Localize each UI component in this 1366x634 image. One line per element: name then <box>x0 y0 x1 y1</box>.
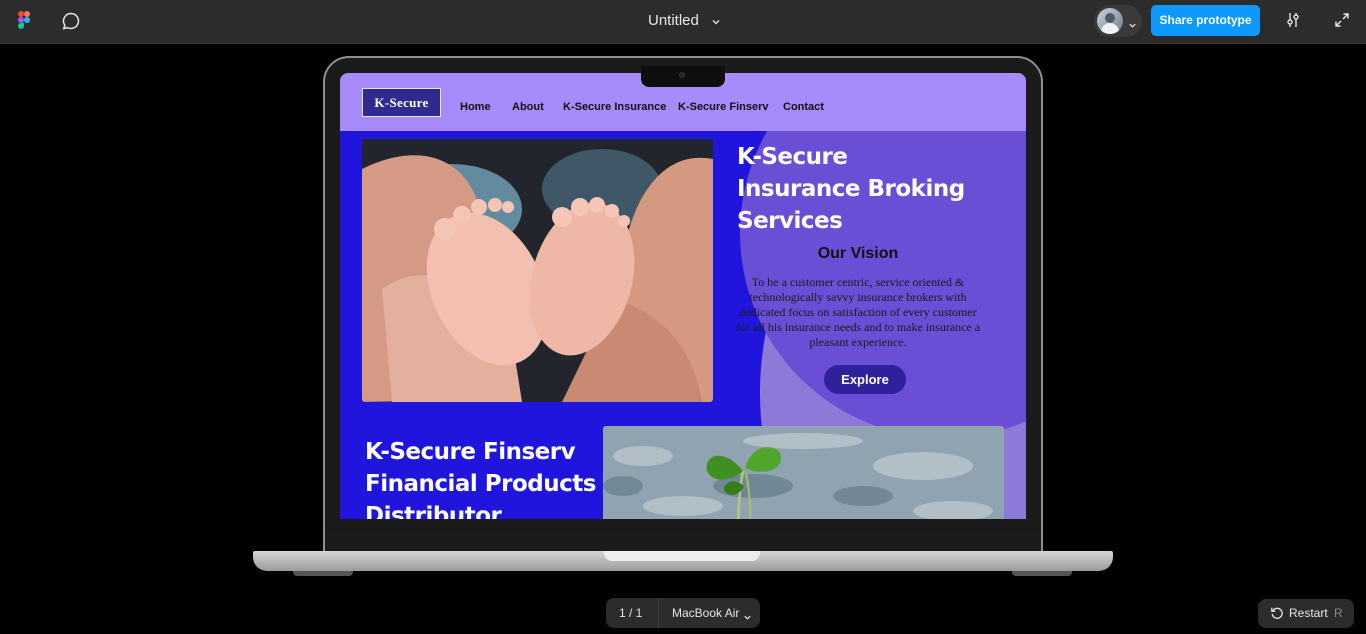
page-count: 1 / 1 <box>619 606 643 620</box>
divider <box>658 598 659 628</box>
hero-title-line: K-Secure <box>737 144 848 170</box>
laptop-bezel <box>327 519 1039 532</box>
hero-title-line: Services <box>737 208 843 234</box>
restart-label[interactable]: Restart <box>1289 606 1328 620</box>
laptop-foot <box>1012 571 1072 576</box>
vision-text: To be a customer centric, service orient… <box>735 275 981 349</box>
nav-contact[interactable]: Contact <box>783 101 824 113</box>
seedling-image <box>603 426 1004 519</box>
nav-home[interactable]: Home <box>460 101 491 113</box>
finserv-title-line: K-Secure Finserv <box>365 439 576 465</box>
finserv-title-line: Distributor <box>365 503 502 519</box>
restart-shortcut: R <box>1334 606 1343 620</box>
comment-icon[interactable] <box>61 11 81 31</box>
hero-title-line: Insurance Broking <box>737 176 965 202</box>
laptop-hinge <box>604 551 760 561</box>
chevron-down-icon[interactable] <box>1128 17 1137 28</box>
figma-logo-icon[interactable] <box>18 11 30 29</box>
document-title[interactable]: Untitled <box>648 12 699 29</box>
baby-feet-image <box>362 139 713 402</box>
share-prototype-button[interactable]: Share prototype <box>1151 5 1260 36</box>
chevron-down-icon[interactable] <box>711 14 721 25</box>
hero-title: K-Secure Insurance Broking Services <box>737 141 997 237</box>
fullscreen-icon[interactable] <box>1334 12 1350 28</box>
prototype-screen[interactable]: K-Secure Home About K-Secure Insurance K… <box>340 73 1026 519</box>
camera-icon <box>679 72 685 78</box>
user-menu[interactable] <box>1094 5 1142 37</box>
settings-sliders-icon[interactable] <box>1284 11 1302 29</box>
vision-heading: Our Vision <box>817 245 899 262</box>
explore-button[interactable]: Explore <box>824 365 906 394</box>
top-toolbar: Untitled Share prototype <box>0 0 1366 44</box>
laptop-foot <box>293 571 353 576</box>
finserv-title-line: Financial Products <box>365 471 596 497</box>
nav-k-secure-insurance[interactable]: K-Secure Insurance <box>563 101 666 113</box>
avatar[interactable] <box>1097 8 1123 34</box>
nav-k-secure-finserv[interactable]: K-Secure Finserv <box>678 101 768 113</box>
restart-icon[interactable] <box>1270 606 1284 620</box>
finserv-title: K-Secure Finserv Financial Products Dist… <box>365 436 605 519</box>
chevron-down-icon[interactable] <box>743 609 752 620</box>
site-logo[interactable]: K-Secure <box>362 88 441 117</box>
nav-about[interactable]: About <box>512 101 544 113</box>
device-select[interactable]: MacBook Air <box>672 606 739 620</box>
